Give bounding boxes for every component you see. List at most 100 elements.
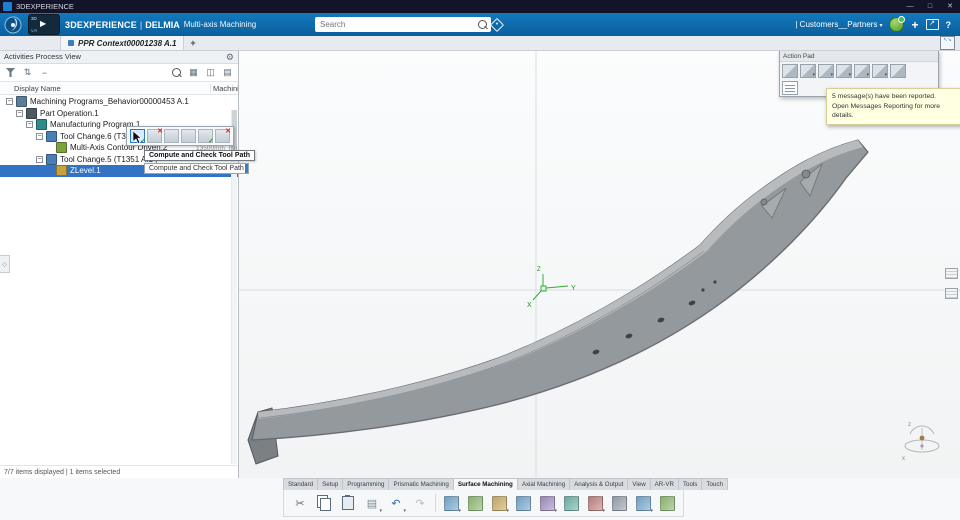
ribbon-tab-touch[interactable]: Touch [701,478,728,490]
replay-tool-path-icon[interactable] [164,129,179,143]
tree-search-icon[interactable] [170,66,183,79]
setup-view-icon[interactable] [782,64,798,78]
fullscreen-icon[interactable]: ↖↘ [940,36,955,50]
ribbon-tab-standard[interactable]: Standard [283,478,319,490]
chevron-down-icon[interactable]: ▾ [650,508,653,514]
iso-view-icon[interactable]: ▾ [854,64,870,78]
tree-expander-icon[interactable]: − [36,155,43,163]
close-icon[interactable]: ✕ [940,0,960,13]
remove-tool-path-icon[interactable]: ✕ [147,128,163,143]
spiral-milling-icon[interactable]: ▾ [536,492,558,514]
ribbon-tab-programming[interactable]: Programming [342,478,390,490]
simulation-icon[interactable] [608,492,630,514]
tree-item-label: Part Operation.1 [40,108,99,118]
analysis-icon[interactable] [656,492,678,514]
columns-icon[interactable]: ◫ [204,66,217,79]
filter-icon[interactable] [4,66,17,79]
ribbon-tab-axial-machining[interactable]: Axial Machining [516,478,571,490]
machine-table-icon[interactable] [890,64,906,78]
ribbon-tab-analysis-output[interactable]: Analysis & Output [569,478,629,490]
layers-icon[interactable] [945,268,958,279]
maximize-icon[interactable]: □ [920,0,940,13]
update-toolpath-icon[interactable]: ▾ [440,492,462,514]
tag-icon[interactable] [489,17,505,33]
chevron-down-icon[interactable]: ▾ [403,508,406,514]
collapse-all-icon[interactable]: − [38,66,51,79]
minimize-icon[interactable]: — [900,0,920,13]
tree-expander-icon[interactable]: − [16,109,23,117]
notification-line2[interactable]: Open Messages Reporting for more details… [832,102,960,121]
column-machining-feature[interactable]: Machining fee [211,84,238,93]
zlevel-operation-icon[interactable] [464,492,486,514]
list-view-icon[interactable]: ▤ [221,66,234,79]
tree-expander-icon[interactable]: − [26,121,33,129]
ribbon-tab-view[interactable]: View [627,478,651,490]
top-view-icon[interactable]: ▾ [800,64,816,78]
ribbon-tab-prismatic-machining[interactable]: Prismatic Machining [388,478,454,490]
chevron-down-icon[interactable]: ▾ [848,72,851,78]
tree-item-label: ZLevel.1 [70,166,101,176]
chevron-down-icon[interactable]: ▾ [830,72,833,78]
undo-icon[interactable]: ↶ ▾ [385,492,407,515]
search-icon[interactable] [478,20,487,29]
tab-ppr-context[interactable]: PPR Context00001238 A.1 [60,36,185,50]
zlevel-operation-icon [56,165,67,177]
cut-icon[interactable]: ✂ [289,492,311,514]
front-view-icon[interactable]: ▾ [818,64,834,78]
help-icon[interactable]: ? [946,20,952,30]
ribbon-tab-setup[interactable]: Setup [317,478,344,490]
ribbon-tab-ar-vr[interactable]: AR-VR [649,478,679,490]
panel-collapse-handle[interactable]: ◇ [0,255,10,273]
tree-item-1[interactable]: − Part Operation.1 [0,107,238,120]
report-icon[interactable]: ▤ ▾ [361,492,383,515]
chevron-down-icon[interactable]: ▾ [884,72,887,78]
machining-axis-triad [532,274,569,301]
report-sheet-icon[interactable] [782,81,798,95]
sort-icon[interactable]: ⇅ [21,66,34,79]
search-bar[interactable] [315,17,491,32]
simulate-machine-icon[interactable] [181,129,196,143]
chevron-down-icon[interactable]: ▾ [379,508,382,514]
action-pad-titlebar[interactable]: Action Pad [780,51,938,62]
gear-icon[interactable]: ⚙ [226,52,234,62]
ribbon-tab-surface-machining[interactable]: Surface Machining [452,478,518,490]
play-icon[interactable]: ▶ [40,19,46,28]
new-tab-button[interactable]: + [184,38,201,48]
sweeping-operation-icon[interactable]: ▾ [488,492,510,514]
3dplay-widget[interactable]: 3D V.R ▶ [28,14,60,35]
display-modes-icon[interactable] [945,288,958,299]
stock-icon[interactable]: ▾ [632,492,654,514]
chevron-down-icon[interactable]: ▾ [506,508,509,514]
grid-view-icon[interactable]: ▦ [187,66,200,79]
avatar[interactable] [889,16,906,32]
toolpath-replay-icon[interactable]: ▾ [584,492,606,514]
tab-label: PPR Context00001238 A.1 [78,38,177,48]
delete-operation-icon[interactable]: ✕ [215,128,231,143]
share-icon[interactable]: ↗ [925,19,939,30]
rotate-view-icon[interactable]: ▾ [872,64,888,78]
tree-item-0[interactable]: − Machining Programs_Behavior00000453 A.1 [0,96,238,108]
paste-icon[interactable] [337,492,359,514]
chevron-down-icon[interactable]: ▾ [458,508,461,514]
chevron-down-icon[interactable]: ▾ [554,508,557,514]
3ds-compass-logo[interactable] [3,15,23,35]
analyze-tool-path-icon[interactable]: ✓ [198,129,214,145]
add-button[interactable]: + [911,19,918,31]
manufacturing-program-icon [36,119,47,131]
copy-icon[interactable] [313,492,335,514]
tree-expander-icon[interactable]: − [6,98,13,106]
search-input[interactable] [318,19,478,30]
isoparametric-icon[interactable] [560,492,582,514]
account-label[interactable]: | Customers__Partners ▾ [795,20,882,29]
messages-notification[interactable]: 5 message(s) have been reported. Open Me… [826,88,960,125]
ribbon-icon-bar: ✂ ▤ ▾ ↶ ▾ ↷ ▾ ▾ ▾ ▾ ▾ [283,490,684,517]
chevron-down-icon[interactable]: ▾ [812,72,815,78]
contour-driven-icon[interactable] [512,492,534,514]
tree-expander-icon[interactable]: − [36,132,43,140]
window-titlebar: 3DEXPERIENCE — □ ✕ [0,0,960,13]
ribbon-tab-tools[interactable]: Tools [677,478,703,490]
chevron-down-icon[interactable]: ▾ [866,72,869,78]
column-display-name[interactable]: Display Name [0,83,211,93]
side-view-icon[interactable]: ▾ [836,64,852,78]
chevron-down-icon[interactable]: ▾ [602,508,605,514]
